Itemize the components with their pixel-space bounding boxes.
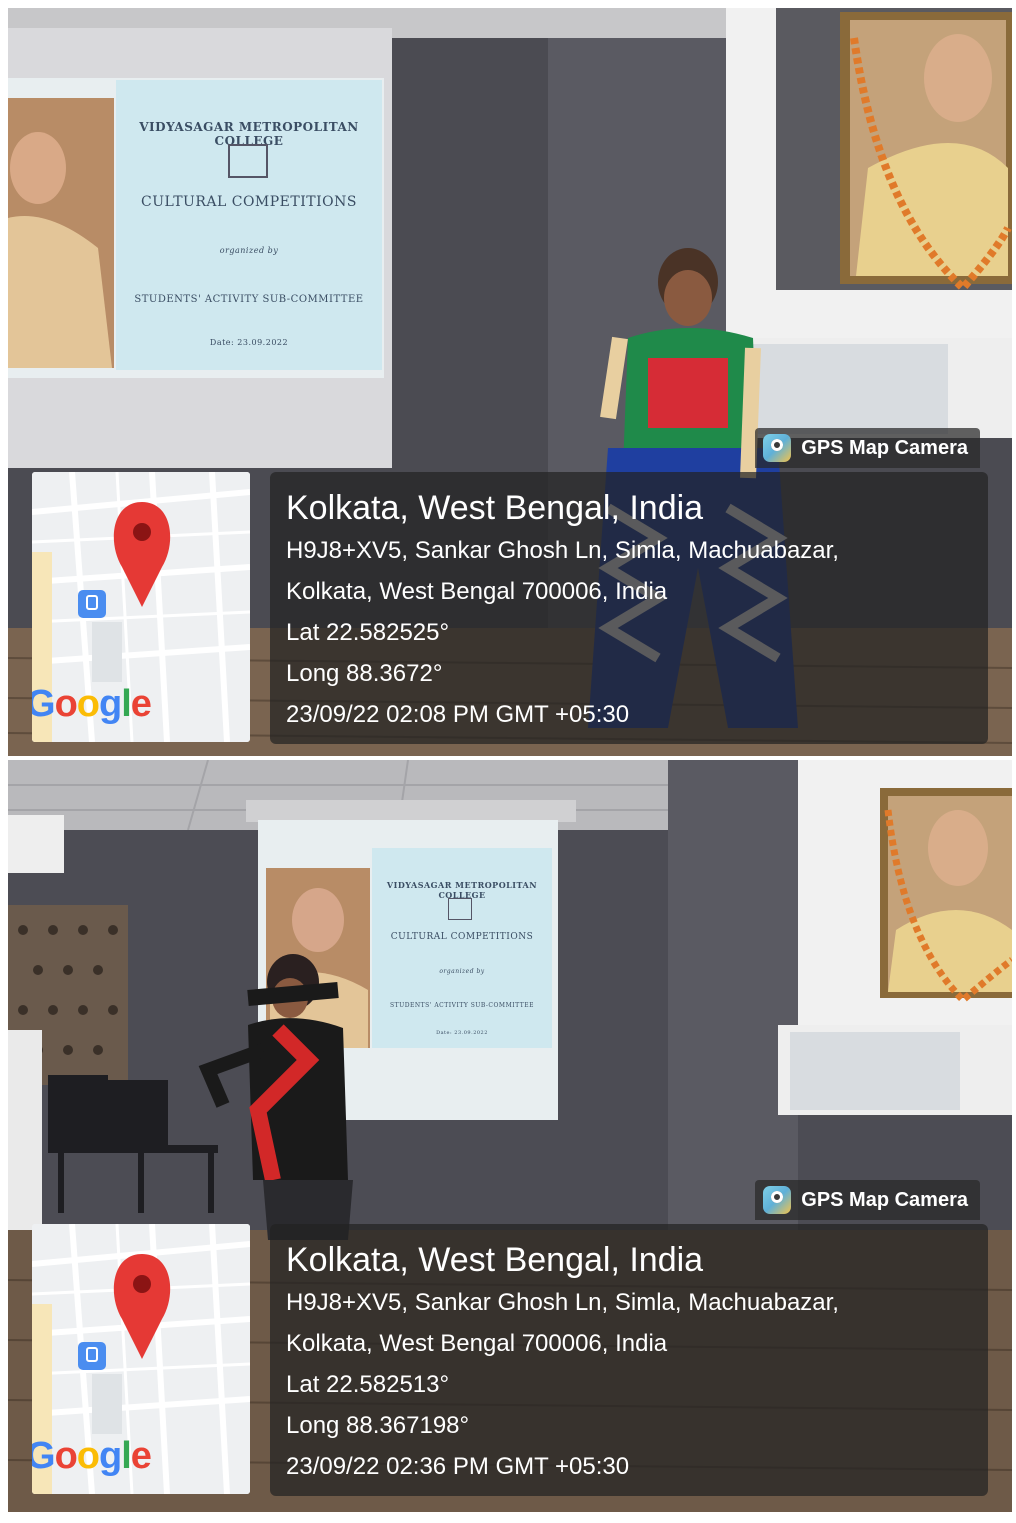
location-title: Kolkata, West Bengal, India (286, 489, 704, 527)
slide-date: Date: 23.09.2022 (209, 338, 289, 347)
longitude: Long 88.367198° (286, 1412, 470, 1439)
slide-emblem-icon (448, 898, 472, 920)
gps-map-camera-tag: GPS Map Camera (755, 428, 980, 468)
slide-organized-by: organized by (439, 968, 485, 975)
google-logo: Google (32, 683, 152, 725)
slide-event-name: CULTURAL COMPETITIONS (390, 932, 534, 942)
location-title: Kolkata, West Bengal, India (286, 1241, 704, 1279)
google-logo: Google (32, 1435, 152, 1477)
photo-2: VIDYASAGAR METROPOLITAN COLLEGE CULTURAL… (8, 760, 1012, 1512)
location-info-box: Kolkata, West Bengal, India H9J8+XV5, Sa… (270, 472, 988, 744)
latitude: Lat 22.582525° (286, 619, 450, 646)
address-line-2: Kolkata, West Bengal 700006, India (286, 1330, 668, 1357)
map-thumbnail: Google (32, 1224, 250, 1494)
address-line-2: Kolkata, West Bengal 700006, India (286, 578, 668, 605)
gps-tag-label: GPS Map Camera (801, 1188, 968, 1211)
slide-date: Date: 23.09.2022 (436, 1030, 488, 1036)
slide-event-name: CULTURAL COMPETITIONS (141, 194, 357, 210)
slide-college-name: VIDYASAGAR METROPOLITAN COLLEGE (386, 880, 538, 900)
timestamp: 23/09/22 02:08 PM GMT +05:30 (286, 701, 630, 728)
transit-icon (78, 1342, 106, 1370)
transit-icon (78, 590, 106, 618)
latitude: Lat 22.582513° (286, 1371, 450, 1398)
gps-camera-icon (763, 1186, 792, 1214)
address-line-1: H9J8+XV5, Sankar Ghosh Ln, Simla, Machua… (286, 537, 839, 564)
map-thumbnail: Google (32, 472, 250, 742)
gps-camera-icon (763, 434, 792, 462)
timestamp: 23/09/22 02:36 PM GMT +05:30 (286, 1453, 630, 1480)
longitude: Long 88.3672° (286, 660, 443, 687)
slide-organized-by: organized by (219, 246, 279, 255)
address-line-1: H9J8+XV5, Sankar Ghosh Ln, Simla, Machua… (286, 1289, 839, 1316)
slide-emblem-icon (228, 144, 268, 178)
slide-committee: STUDENTS' ACTIVITY SUB-COMMITTEE (134, 294, 364, 305)
gps-map-camera-tag: GPS Map Camera (755, 1180, 980, 1220)
location-info-box: Kolkata, West Bengal, India H9J8+XV5, Sa… (270, 1224, 988, 1496)
gps-tag-label: GPS Map Camera (801, 436, 968, 459)
slide-committee: STUDENTS' ACTIVITY SUB-COMMITTEE (390, 1002, 534, 1009)
photo-1: VIDYASAGAR METROPOLITAN COLLEGE CULTURAL… (8, 8, 1012, 756)
